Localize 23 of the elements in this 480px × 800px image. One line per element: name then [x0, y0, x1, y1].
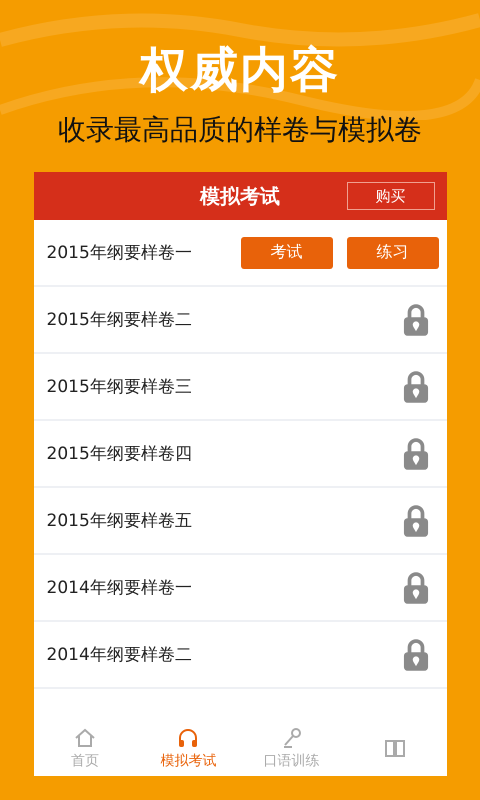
paper-title: 2014年纲要样卷一 — [46, 577, 192, 599]
home-icon — [73, 726, 98, 750]
action-button[interactable]: 考试 — [240, 236, 332, 268]
paper-title: 2015年纲要样卷五 — [46, 510, 192, 532]
tab[interactable]: 模拟考试 — [136, 720, 240, 776]
screen-title: 模拟考试 — [200, 182, 280, 210]
action-button[interactable]: 练习 — [346, 236, 438, 268]
headline: 权威内容 — [140, 42, 340, 98]
paper-title: 2015年纲要样卷三 — [46, 376, 192, 398]
tab[interactable]: 口语训练 — [240, 720, 344, 776]
paper-title: 2015年纲要样卷二 — [46, 309, 192, 331]
lock-icon — [402, 436, 428, 470]
buy-button[interactable]: 购买 — [346, 182, 434, 210]
lock-icon — [402, 570, 428, 604]
paper-title: 2015年纲要样卷一 — [46, 242, 192, 264]
subtitle: 收录最高品质的样卷与模拟卷 — [58, 112, 422, 148]
paper-title: 2015年纲要样卷四 — [46, 443, 192, 465]
paper-title: 2014年纲要样卷二 — [46, 644, 192, 666]
lock-icon — [402, 638, 428, 672]
tab[interactable]: 首页 — [34, 720, 137, 776]
lock-icon — [402, 504, 428, 538]
lock-icon — [402, 302, 428, 336]
lock-icon — [402, 370, 428, 404]
